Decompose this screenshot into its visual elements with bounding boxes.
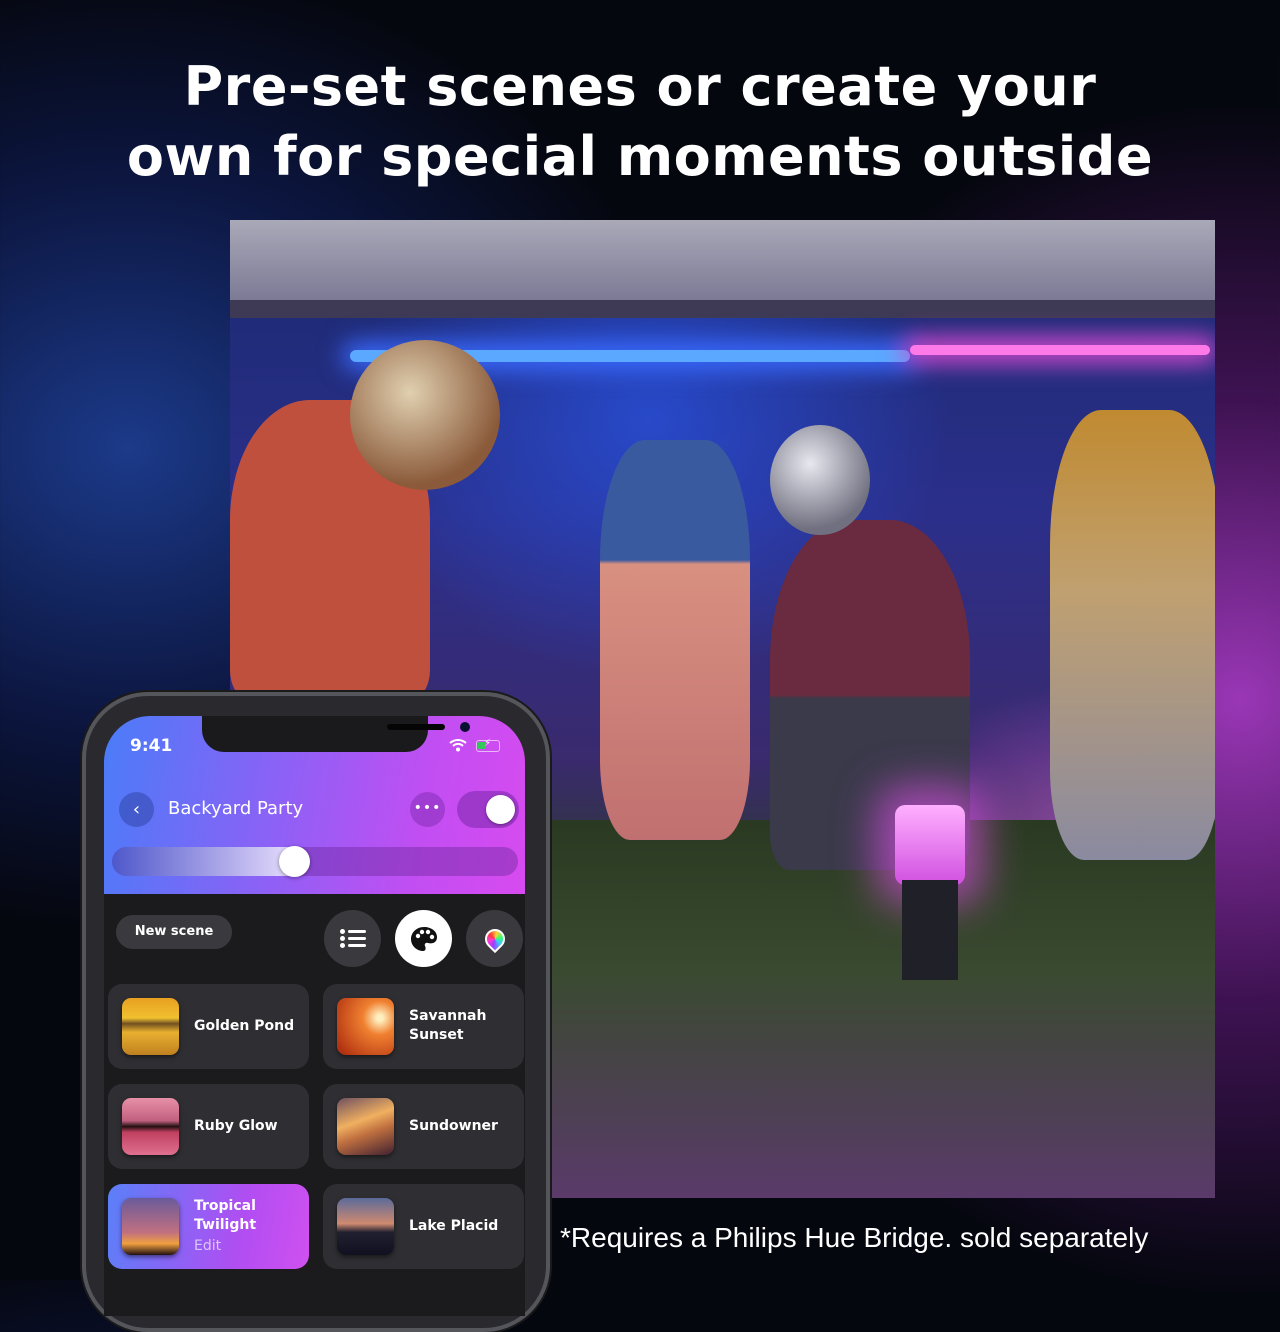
headline: Pre-set scenes or create your own for sp… bbox=[0, 52, 1280, 192]
scene-name: Ruby Glow bbox=[194, 1118, 278, 1134]
scene-card-lake-placid[interactable]: Lake Placid bbox=[323, 1184, 524, 1269]
color-pin-icon bbox=[480, 924, 509, 953]
phone-notch bbox=[202, 716, 470, 752]
brightness-fill bbox=[112, 847, 295, 876]
scene-thumbnail bbox=[337, 1198, 394, 1255]
palette-icon bbox=[410, 926, 437, 951]
disclaimer: *Requires a Philips Hue Bridge. sold sep… bbox=[560, 1222, 1149, 1253]
edit-scene-link[interactable]: Edit bbox=[194, 1238, 221, 1254]
color-picker-button[interactable] bbox=[466, 910, 523, 967]
scene-thumbnail bbox=[122, 1198, 179, 1255]
scene-thumbnail bbox=[337, 1098, 394, 1155]
football-helmet-red bbox=[350, 340, 500, 490]
more-options-button[interactable]: ••• bbox=[410, 792, 445, 827]
scene-thumbnail bbox=[122, 1098, 179, 1155]
pink-lightstrip bbox=[910, 345, 1210, 355]
scene-card-golden-pond[interactable]: Golden Pond bbox=[108, 984, 309, 1069]
palette-view-button[interactable] bbox=[395, 910, 452, 967]
scene-card-tropical-twilight[interactable]: Tropical Twilight Edit bbox=[108, 1184, 309, 1269]
porch-roof bbox=[230, 220, 1215, 300]
scene-name: Lake Placid bbox=[409, 1218, 499, 1234]
brightness-slider-handle[interactable] bbox=[279, 846, 311, 877]
list-view-button[interactable] bbox=[324, 910, 381, 967]
toggle-knob bbox=[486, 795, 515, 824]
back-button[interactable]: ‹ bbox=[119, 792, 154, 827]
battery-charging-icon: ⚡ bbox=[476, 738, 500, 752]
brightness-slider[interactable] bbox=[112, 847, 518, 876]
scene-name: Savannah Sunset bbox=[409, 1008, 487, 1043]
scene-name: Golden Pond bbox=[194, 1018, 295, 1034]
person-dancing bbox=[600, 440, 750, 840]
bollard-light-post bbox=[902, 880, 958, 980]
phone-screen: 9:41 ⚡ ‹ Backyard Party ••• New scene Go… bbox=[104, 716, 525, 1316]
front-camera bbox=[460, 722, 470, 732]
power-toggle[interactable] bbox=[457, 791, 519, 828]
scene-name: Sundowner bbox=[409, 1118, 498, 1134]
football-helmet-silver bbox=[770, 425, 870, 535]
new-scene-button[interactable]: New scene bbox=[116, 915, 232, 949]
scene-card-ruby-glow[interactable]: Ruby Glow bbox=[108, 1084, 309, 1169]
list-icon bbox=[339, 926, 366, 951]
wifi-icon bbox=[449, 738, 467, 756]
person-with-drink bbox=[1050, 410, 1215, 860]
scene-thumbnail bbox=[337, 998, 394, 1055]
scene-card-savannah-sunset[interactable]: Savannah Sunset bbox=[323, 984, 524, 1069]
speaker-grille bbox=[387, 724, 445, 730]
scene-name: Tropical Twilight bbox=[194, 1198, 257, 1233]
bollard-light-glow bbox=[895, 805, 965, 885]
porch-beam bbox=[230, 300, 1215, 318]
headline-line-1: Pre-set scenes or create your bbox=[183, 55, 1097, 118]
room-title: Backyard Party bbox=[168, 798, 304, 819]
scene-card-sundowner[interactable]: Sundowner bbox=[323, 1084, 524, 1169]
scene-thumbnail bbox=[122, 998, 179, 1055]
headline-line-2: own for special moments outside bbox=[126, 125, 1154, 188]
status-time: 9:41 bbox=[130, 736, 173, 756]
